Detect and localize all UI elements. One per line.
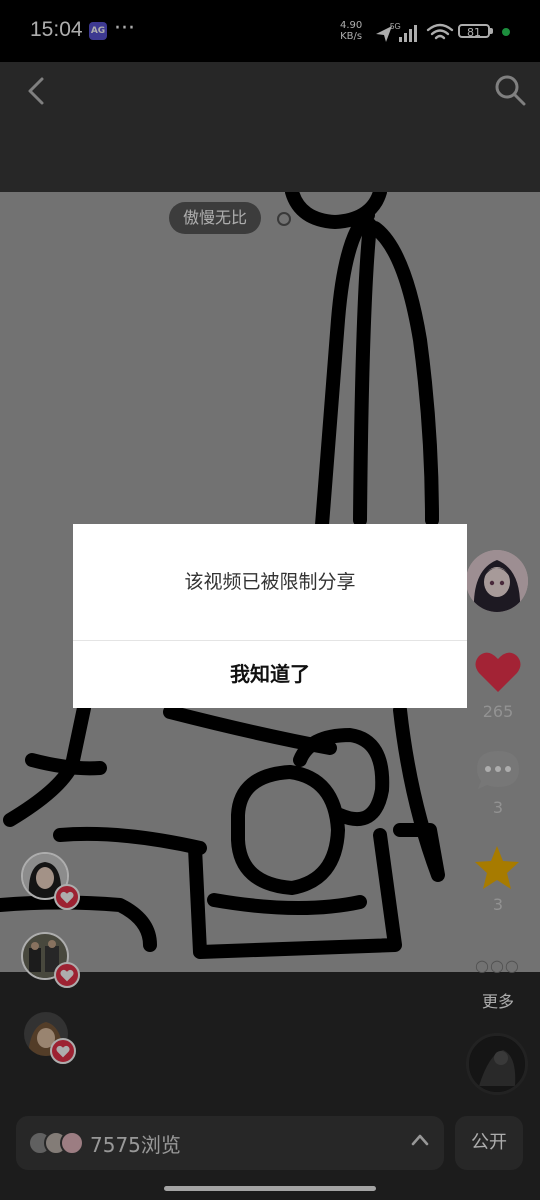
top-header bbox=[0, 62, 540, 192]
viewer-like-badge bbox=[50, 1038, 76, 1064]
favorite-count: 3 bbox=[492, 895, 504, 914]
dialog-message: 该视频已被限制分享 bbox=[184, 571, 356, 593]
comment-count: 3 bbox=[492, 798, 504, 817]
status-time: 15:04 bbox=[30, 18, 83, 41]
wifi-icon bbox=[426, 23, 454, 40]
network-speed: 4.90 KB/s bbox=[340, 20, 362, 42]
status-bar: 15:04 AG ··· 4.90 KB/s 5G 81 bbox=[0, 0, 540, 62]
more-notifications-icon: ··· bbox=[114, 16, 135, 41]
share-restricted-dialog: 该视频已被限制分享 我知道了 bbox=[73, 524, 467, 708]
home-gesture-bar[interactable] bbox=[164, 1186, 376, 1191]
viewer-like-badge bbox=[54, 884, 80, 910]
network-speed-value: 4.90 bbox=[340, 20, 363, 31]
stroke-diag bbox=[53, 826, 207, 855]
stroke-arm-lower bbox=[25, 753, 107, 776]
back-icon[interactable] bbox=[22, 76, 52, 106]
stroke-bottom-left bbox=[0, 895, 157, 952]
comment-icon[interactable] bbox=[473, 748, 523, 792]
network-type-label: 5G bbox=[390, 22, 401, 31]
more-label[interactable]: 更多 bbox=[482, 988, 514, 1012]
views-bar[interactable]: 7575浏览 bbox=[16, 1116, 444, 1170]
privacy-indicator-dot bbox=[502, 28, 510, 36]
network-speed-unit: KB/s bbox=[340, 31, 363, 42]
stroke-right-line bbox=[393, 703, 445, 882]
heart-icon bbox=[56, 1045, 70, 1057]
stroke-knot bbox=[231, 765, 345, 895]
stroke-body-right bbox=[368, 221, 439, 527]
stroke-body-center bbox=[353, 218, 377, 527]
post-tag[interactable]: 傲慢无比 bbox=[169, 202, 262, 234]
viewer-like-badge bbox=[54, 962, 80, 988]
viewer-avatar-stack bbox=[28, 1131, 84, 1155]
heart-icon bbox=[60, 969, 74, 981]
battery-cap bbox=[490, 28, 493, 34]
battery-level: 81 bbox=[458, 24, 490, 39]
search-icon[interactable] bbox=[494, 74, 526, 106]
heart-icon bbox=[60, 891, 74, 903]
more-dots-icon[interactable]: ○○○ bbox=[475, 956, 520, 975]
app-notification-icon: AG bbox=[89, 22, 107, 40]
creator-avatar[interactable] bbox=[466, 550, 528, 612]
music-disc[interactable] bbox=[466, 1033, 528, 1095]
stroke-box-inner bbox=[207, 893, 367, 916]
views-count: 7575浏览 bbox=[90, 1133, 181, 1157]
dialog-confirm-button[interactable]: 我知道了 bbox=[73, 641, 467, 708]
signal-strength-icon bbox=[399, 25, 417, 42]
tag-anchor-icon bbox=[277, 212, 291, 226]
favorite-star-icon[interactable] bbox=[472, 844, 522, 892]
like-heart-icon[interactable] bbox=[474, 650, 522, 694]
like-count: 265 bbox=[482, 702, 514, 721]
chevron-up-icon[interactable] bbox=[410, 1130, 430, 1150]
music-disc-image bbox=[469, 1036, 525, 1092]
creator-avatar-image bbox=[466, 550, 528, 612]
visibility-public-button[interactable]: 公开 bbox=[455, 1116, 523, 1170]
signal-wifi-icons: 5G bbox=[376, 22, 454, 42]
